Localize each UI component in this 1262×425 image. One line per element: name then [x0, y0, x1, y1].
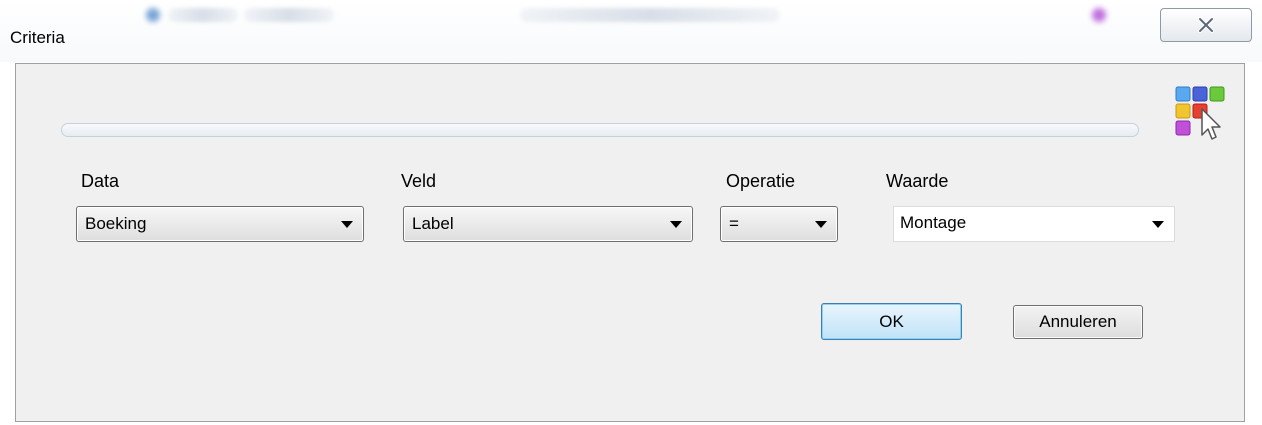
- data-label: Data: [81, 171, 120, 191]
- waarde-label: Waarde: [886, 171, 949, 191]
- close-button[interactable]: [1160, 8, 1252, 42]
- operatie-select-value: =: [729, 214, 739, 233]
- operatie-select[interactable]: =: [720, 206, 838, 242]
- data-select-value: Boeking: [85, 214, 147, 233]
- blurred-background-strip: [168, 8, 238, 22]
- ok-button[interactable]: OK: [821, 303, 962, 340]
- veld-select[interactable]: Label: [403, 206, 693, 242]
- veld-select-value: Label: [412, 214, 454, 233]
- data-select[interactable]: Boeking: [76, 206, 364, 242]
- app-logo-icon: [1175, 86, 1225, 140]
- title-bar: Criteria: [0, 0, 1262, 62]
- blurred-background-icon: [1092, 8, 1106, 22]
- chevron-down-icon: [815, 221, 827, 228]
- progress-bar: [61, 123, 1139, 137]
- annuleren-button[interactable]: Annuleren: [1013, 305, 1143, 339]
- blurred-background-strip: [244, 8, 334, 22]
- waarde-input[interactable]: Montage: [900, 213, 966, 233]
- chevron-down-icon: [341, 221, 353, 228]
- chevron-down-icon[interactable]: [1152, 221, 1164, 228]
- blurred-background-strip: [520, 8, 780, 22]
- blurred-background-icon: [146, 8, 160, 22]
- waarde-combobox[interactable]: Montage: [893, 206, 1175, 242]
- window-title: Criteria: [10, 28, 65, 47]
- close-icon: [1198, 17, 1214, 33]
- operatie-label: Operatie: [726, 171, 796, 191]
- veld-label: Veld: [401, 171, 437, 191]
- chevron-down-icon: [670, 221, 682, 228]
- criteria-panel: Data Veld Operatie Waarde Boeking Label …: [15, 63, 1245, 422]
